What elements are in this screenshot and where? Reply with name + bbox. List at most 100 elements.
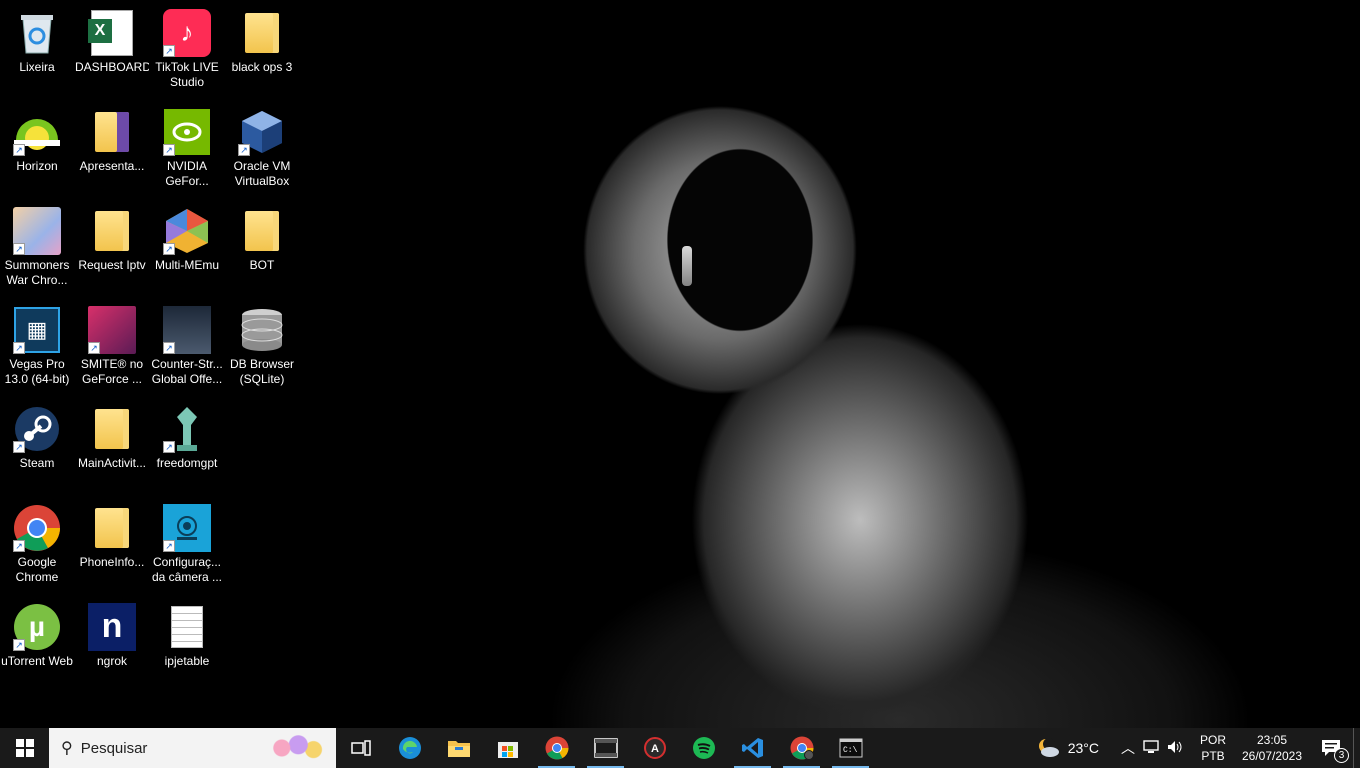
spotify-icon (692, 737, 715, 759)
task-view-icon (350, 740, 371, 756)
task-view-button[interactable] (336, 728, 385, 768)
desktop-icon-mainactivit[interactable]: MainActivit... (75, 399, 149, 491)
desktop-icon-phoneinfo[interactable]: PhoneInfo... (75, 498, 149, 590)
desktop-icon-utorrent-web[interactable]: µ ↗ uTorrent Web (0, 597, 74, 689)
weather-moon-cloud-icon (1038, 738, 1059, 757)
folder-icon (88, 207, 136, 255)
notifications-button[interactable]: 3 (1309, 728, 1353, 768)
icon-label: ipjetable (164, 654, 210, 668)
steam-icon: ↗ (13, 405, 61, 453)
shortcut-arrow-icon: ↗ (13, 243, 25, 255)
icon-label: ngrok (96, 654, 128, 668)
icon-label: SMITE® no GeForce ... (80, 357, 144, 386)
visor-reflection (682, 246, 692, 286)
search-highlight-icon (262, 732, 328, 764)
clock[interactable]: 23:05 26/07/2023 (1241, 732, 1303, 764)
clock-date: 26/07/2023 (1241, 749, 1303, 763)
desktop-icon-smite[interactable]: ↗ SMITE® no GeForce ... (75, 300, 149, 392)
ngrok-icon: n (88, 603, 136, 651)
smite-icon: ↗ (88, 306, 136, 354)
chrome-icon (545, 736, 568, 760)
camera-settings-icon: ↗ (163, 504, 211, 552)
weather-widget[interactable]: 23°C (1028, 728, 1107, 768)
shortcut-arrow-icon: ↗ (13, 639, 25, 651)
vegas-pro-icon: ▦ ↗ (13, 306, 61, 354)
start-button[interactable] (0, 728, 49, 768)
chrome-profile-button[interactable] (777, 728, 826, 768)
language-button[interactable]: POR PTB (1197, 732, 1229, 764)
svg-text:A: A (651, 743, 659, 755)
folder-icon (238, 207, 286, 255)
clipchamp-icon (593, 738, 618, 758)
shortcut-arrow-icon: ↗ (13, 144, 25, 156)
folder-icon (88, 108, 136, 156)
edge-button[interactable] (385, 728, 434, 768)
desktop-icon-vegas-pro[interactable]: ▦ ↗ Vegas Pro 13.0 (64-bit) (0, 300, 74, 392)
shortcut-arrow-icon: ↗ (88, 342, 100, 354)
icon-label: uTorrent Web (1, 654, 73, 668)
icon-label: black ops 3 (231, 60, 293, 74)
desktop-icon-black-ops-3[interactable]: black ops 3 (225, 3, 299, 95)
icon-label: Lixeira (19, 60, 55, 74)
freedomgpt-icon: ↗ (163, 405, 211, 453)
search-box[interactable]: ⚲ Pesquisar (49, 728, 336, 768)
taskbar: ⚲ Pesquisar A C:\ 23°C ︿ POR PTB 23:05 2… (0, 728, 1360, 768)
desktop-icon-google-chrome[interactable]: ↗ Google Chrome (0, 498, 74, 590)
desktop-icon-request-iptv[interactable]: Request Iptv (75, 201, 149, 293)
network-button[interactable] (1139, 739, 1163, 758)
desktop-icon-nvidia-geforce[interactable]: ↗ NVIDIA GeFor... (150, 102, 224, 194)
file-explorer-button[interactable] (434, 728, 483, 768)
shortcut-arrow-icon: ↗ (13, 441, 25, 453)
desktop-icon-db-browser[interactable]: DB Browser (SQLite) (225, 300, 299, 392)
store-button[interactable] (483, 728, 532, 768)
desktop-icon-apresenta[interactable]: Apresenta... (75, 102, 149, 194)
horizon-icon: ↗ (13, 108, 61, 156)
desktop-icon-configuracao-camera[interactable]: ↗ Configuraç... da câmera ... (150, 498, 224, 590)
tiktok-live-icon: ♪ ↗ (163, 9, 211, 57)
desktop-icon-tiktok-live-studio[interactable]: ♪ ↗ TikTok LIVE Studio (150, 3, 224, 95)
terminal-button[interactable]: C:\ (826, 728, 875, 768)
excel-icon: X (88, 9, 136, 57)
utorrent-icon: µ ↗ (13, 603, 61, 651)
show-desktop-button[interactable] (1353, 728, 1360, 768)
desktop-icon-dashboard[interactable]: X DASHBOARD (75, 3, 149, 95)
clock-time: 23:05 (1256, 733, 1288, 747)
recycle-bin-icon (13, 9, 61, 57)
desktop-icon-multi-memu[interactable]: ↗ Multi-MEmu (150, 201, 224, 293)
icon-label: TikTok LIVE Studio (155, 60, 219, 89)
desktop-icon-counter-strike[interactable]: ↗ Counter-Str... Global Offe... (150, 300, 224, 392)
chrome-profile-icon (790, 736, 814, 760)
clipchamp-button[interactable] (581, 728, 630, 768)
search-icon: ⚲ (61, 740, 73, 757)
vscode-button[interactable] (728, 728, 777, 768)
desktop-icon-horizon[interactable]: ↗ Horizon (0, 102, 74, 194)
icon-label: Counter-Str... Global Offe... (151, 357, 223, 386)
folder-icon (88, 405, 136, 453)
volume-button[interactable] (1163, 739, 1187, 758)
aorus-icon: A (643, 737, 666, 759)
desktop-icon-bot[interactable]: BOT (225, 201, 299, 293)
aorus-button[interactable]: A (630, 728, 679, 768)
spotify-button[interactable] (679, 728, 728, 768)
chrome-icon: ↗ (13, 504, 61, 552)
icon-label: Horizon (16, 159, 58, 173)
terminal-icon: C:\ (839, 738, 862, 758)
file-explorer-icon (447, 741, 470, 757)
chrome-taskbar-button[interactable] (532, 728, 581, 768)
desktop-icon-ipjetable[interactable]: ipjetable (150, 597, 224, 689)
icon-label: BOT (249, 258, 275, 272)
icon-label: Steam (19, 456, 55, 470)
folder-icon (238, 9, 286, 57)
desktop-icon-steam[interactable]: ↗ Steam (0, 399, 74, 491)
icon-label: Apresenta... (79, 159, 145, 173)
weather-temperature: 23°C (1067, 740, 1099, 756)
icon-label: Summoners War Chro... (4, 258, 70, 287)
desktop-icon-lixeira[interactable]: Lixeira (0, 3, 74, 95)
desktop-icon-ngrok[interactable]: n ngrok (75, 597, 149, 689)
desktop-icon-summoners-war[interactable]: ↗ Summoners War Chro... (0, 201, 74, 293)
desktop-icon-freedomgpt[interactable]: ↗ freedomgpt (150, 399, 224, 491)
nvidia-icon: ↗ (163, 108, 211, 156)
show-hidden-icons-button[interactable]: ︿ (1117, 738, 1139, 758)
svg-text:C:\: C:\ (843, 746, 858, 755)
desktop-icon-oracle-vm-virtualbox[interactable]: ↗ Oracle VM VirtualBox (225, 102, 299, 194)
